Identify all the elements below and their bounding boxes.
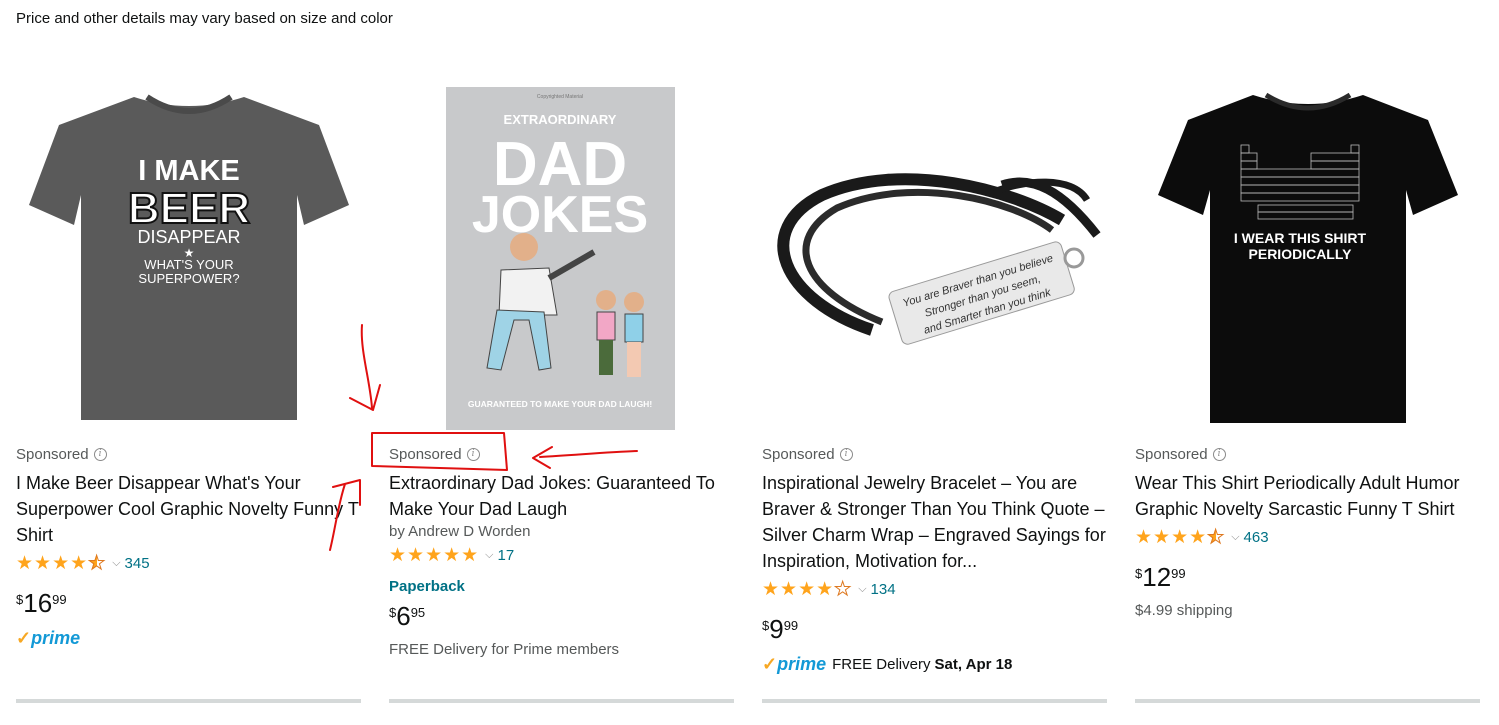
rating-row: ★★★★★ ⌵ 463 [1135, 524, 1480, 550]
shirt-text-line: I MAKE [138, 155, 240, 187]
cover-text: GUARANTEED TO MAKE YOUR DAD LAUGH! [468, 399, 652, 409]
price[interactable]: $ 6 95 [389, 601, 734, 631]
shirt-text-line: I WEAR THIS SHIRT [1233, 230, 1366, 246]
sponsored-label[interactable]: Sponsored i [762, 443, 1107, 465]
chevron-down-icon[interactable]: ⌵ [858, 583, 866, 596]
product-image[interactable]: You are Braver than you believe Stronger… [762, 80, 1107, 435]
rating-row: ★★★★★ ⌵ 345 [16, 550, 361, 576]
info-icon[interactable]: i [93, 447, 107, 461]
divider [16, 699, 361, 703]
prime-badge: ✓prime [16, 628, 361, 649]
sponsored-text: Sponsored [1135, 445, 1208, 463]
prime-logo-icon: ✓prime [16, 628, 81, 648]
star-rating-icon[interactable]: ★★★★★ [1135, 526, 1225, 549]
sponsored-label[interactable]: Sponsored i [389, 443, 734, 465]
info-icon[interactable]: i [466, 447, 480, 461]
rating-count-link[interactable]: 134 [871, 581, 896, 598]
cover-text: JOKES [472, 186, 648, 244]
rating-row: ★★★★★ ⌵ 17 [389, 542, 734, 568]
info-icon[interactable]: i [839, 447, 853, 461]
product-title-link[interactable]: Wear This Shirt Periodically Adult Humor… [1135, 470, 1480, 522]
sponsored-text: Sponsored [16, 445, 89, 463]
price-fraction: 99 [1171, 566, 1186, 581]
price-notice: Price and other details may vary based o… [16, 10, 393, 27]
book-cover-image: Copyrighted Material EXTRAORDINARY DAD J… [446, 87, 675, 430]
format-link[interactable]: Paperback [389, 578, 734, 595]
price-whole: 9 [769, 614, 784, 644]
cover-copyright-text: Copyrighted Material [537, 94, 583, 100]
shirt-text-line: PERIODICALLY [1248, 246, 1352, 262]
sponsored-label[interactable]: Sponsored i [1135, 443, 1480, 465]
price-fraction: 99 [783, 618, 799, 633]
shirt-text-line: SUPERPOWER? [138, 271, 239, 286]
shipping-text: $4.99 shipping [1135, 602, 1233, 619]
shirt-text-line: DISAPPEAR [137, 227, 240, 247]
author-byline: by Andrew D Worden [389, 523, 531, 540]
chevron-down-icon[interactable]: ⌵ [112, 557, 120, 570]
chevron-down-icon[interactable]: ⌵ [485, 549, 493, 562]
rating-count-link[interactable]: 463 [1244, 529, 1269, 546]
product-card: I WEAR THIS SHIRT PERIODICALLY Sponsored… [1135, 80, 1480, 703]
chevron-down-icon[interactable]: ⌵ [1231, 531, 1239, 544]
product-image[interactable]: I MAKE BEER DISAPPEAR ★ WHAT'S YOUR SUPE… [16, 80, 361, 435]
rating-row: ★★★★★ ⌵ 134 [762, 576, 1107, 602]
product-title-link[interactable]: Extraordinary Dad Jokes: Guaranteed To M… [389, 470, 734, 522]
price[interactable]: $ 9 99 [762, 614, 1107, 644]
product-title-link[interactable]: I Make Beer Disappear What's Your Superp… [16, 470, 361, 548]
price-whole: 12 [1142, 562, 1172, 592]
product-card: You are Braver than you believe Stronger… [762, 80, 1107, 703]
product-card: I MAKE BEER DISAPPEAR ★ WHAT'S YOUR SUPE… [16, 80, 361, 703]
divider [762, 699, 1107, 703]
prime-delivery: ✓prime FREE Delivery Sat, Apr 18 [762, 654, 1107, 675]
sponsored-label[interactable]: Sponsored i [16, 443, 361, 465]
info-icon[interactable]: i [1212, 447, 1226, 461]
rating-count-link[interactable]: 345 [125, 555, 150, 572]
rating-count-link[interactable]: 17 [498, 547, 515, 564]
price-symbol: $ [762, 618, 770, 633]
cover-text: EXTRAORDINARY [504, 112, 617, 127]
delivery-date: Sat, Apr 18 [934, 656, 1013, 673]
sponsored-text: Sponsored [762, 445, 835, 463]
price-whole: 6 [396, 601, 411, 631]
star-rating-icon[interactable]: ★★★★★ [389, 544, 479, 567]
shirt-text-line: WHAT'S YOUR [144, 257, 233, 272]
prime-logo-icon: ✓prime [762, 654, 827, 674]
sponsored-text: Sponsored [389, 445, 462, 463]
shipping-text: FREE Delivery for Prime members [389, 641, 620, 658]
shirt-text-line: BEER [127, 184, 249, 233]
price-whole: 16 [23, 588, 53, 618]
price-fraction: 99 [52, 592, 67, 607]
bracelet-image: You are Braver than you believe Stronger… [777, 173, 1101, 345]
star-rating-icon[interactable]: ★★★★★ [16, 552, 106, 575]
product-card: Copyrighted Material EXTRAORDINARY DAD J… [389, 80, 734, 703]
price-symbol: $ [389, 605, 397, 620]
price-fraction: 95 [410, 605, 426, 620]
price[interactable]: $ 16 99 [16, 588, 361, 618]
delivery-text: FREE Delivery [832, 656, 931, 673]
tshirt-image: I MAKE BEER DISAPPEAR ★ WHAT'S YOUR SUPE… [28, 94, 349, 420]
divider [389, 699, 734, 703]
price-symbol: $ [1135, 566, 1143, 581]
price-symbol: $ [16, 592, 24, 607]
product-image[interactable]: I WEAR THIS SHIRT PERIODICALLY [1135, 80, 1480, 435]
star-rating-icon[interactable]: ★★★★★ [762, 578, 852, 601]
product-image[interactable]: Copyrighted Material EXTRAORDINARY DAD J… [389, 80, 734, 435]
product-title-link[interactable]: Inspirational Jewelry Bracelet – You are… [762, 470, 1107, 574]
price[interactable]: $ 12 99 [1135, 562, 1480, 592]
tshirt-image: I WEAR THIS SHIRT PERIODICALLY [1157, 92, 1458, 423]
divider [1135, 699, 1480, 703]
